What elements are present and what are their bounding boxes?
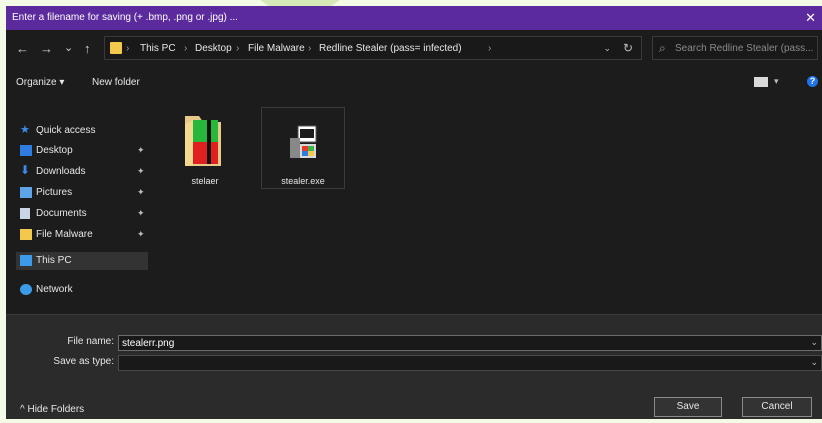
file-name-value: stealerr.png	[122, 338, 175, 349]
sidebar-item-label: Downloads	[36, 166, 86, 177]
breadcrumb-separator: ›	[184, 43, 188, 54]
file-item-folder[interactable]: stelaer	[163, 106, 247, 188]
pin-icon: ✦	[137, 145, 145, 155]
breadcrumb-redline-stealer[interactable]: Redline Stealer (pass= infected)	[319, 43, 462, 54]
file-name-label: File name:	[67, 336, 114, 347]
sidebar-item-label: This PC	[36, 255, 72, 266]
search-icon: ⌕	[659, 41, 666, 55]
folder-icon	[110, 42, 122, 54]
change-view-icon[interactable]	[754, 77, 768, 87]
save-button[interactable]: Save	[654, 397, 722, 417]
breadcrumb-desktop[interactable]: Desktop	[195, 43, 232, 54]
breadcrumb-separator: ›	[488, 43, 492, 54]
sidebar-item-label: File Malware	[36, 229, 93, 240]
hide-folders-button[interactable]: ^ Hide Folders	[20, 404, 84, 415]
sidebar-item-label: Network	[36, 284, 73, 295]
sidebar-item-file-malware[interactable]: File Malware ✦	[20, 226, 148, 244]
forward-button[interactable]: →	[40, 42, 53, 56]
close-button[interactable]: ✕	[805, 10, 816, 26]
address-bar[interactable]: › This PC › Desktop › File Malware › Red…	[104, 36, 642, 60]
file-name: stealer.exe	[281, 176, 325, 186]
documents-icon	[20, 208, 30, 219]
save-form: File name: stealerr.png ⌄ Save as type: …	[6, 314, 822, 419]
recent-locations-button[interactable]: ⌄	[64, 41, 73, 55]
address-dropdown-icon[interactable]: ⌄	[603, 43, 611, 54]
cancel-button[interactable]: Cancel	[742, 397, 812, 417]
chevron-down-icon[interactable]: ⌄	[810, 337, 818, 348]
executable-icon	[290, 125, 317, 158]
up-button[interactable]: ↑	[84, 42, 91, 56]
breadcrumb-file-malware[interactable]: File Malware	[248, 43, 305, 54]
command-bar: Organize ▾ New folder ▾ ?	[6, 68, 822, 96]
file-name-input[interactable]: stealerr.png ⌄	[118, 335, 822, 351]
navigation-bar: ← → ⌄ ↑ › This PC › Desktop › File Malwa…	[6, 30, 822, 69]
back-button[interactable]: ←	[16, 42, 29, 56]
save-as-type-label: Save as type:	[53, 356, 114, 367]
star-icon: ★	[20, 124, 30, 136]
file-name: stelaer	[191, 176, 219, 186]
sidebar-item-label: Desktop	[36, 145, 73, 156]
title-bar: Enter a filename for saving (+ .bmp, .pn…	[6, 6, 822, 30]
sidebar-item-documents[interactable]: Documents ✦	[20, 205, 148, 223]
chevron-down-icon[interactable]: ⌄	[810, 357, 818, 368]
search-box[interactable]: ⌕ Search Redline Stealer (pass...	[652, 36, 818, 60]
sidebar-item-quick-access[interactable]: ★ Quick access	[20, 122, 148, 140]
dialog-title: Enter a filename for saving (+ .bmp, .pn…	[12, 12, 238, 23]
refresh-button[interactable]: ↻	[623, 41, 633, 55]
file-item-executable[interactable]: stealer.exe	[261, 107, 345, 189]
breadcrumb-separator: ›	[308, 43, 312, 54]
pin-icon: ✦	[137, 208, 145, 218]
sidebar-item-label: Quick access	[36, 125, 96, 136]
save-dialog: Enter a filename for saving (+ .bmp, .pn…	[6, 6, 822, 419]
desktop-icon	[20, 145, 32, 156]
sidebar-item-label: Documents	[36, 208, 87, 219]
view-options-dropdown[interactable]: ▾	[774, 76, 779, 87]
sidebar-item-downloads[interactable]: ⬇ Downloads ✦	[20, 163, 148, 181]
breadcrumb-this-pc[interactable]: This PC	[140, 43, 176, 54]
sidebar-item-network[interactable]: Network	[20, 281, 148, 299]
pin-icon: ✦	[137, 166, 145, 176]
breadcrumb-separator: ›	[236, 43, 240, 54]
help-icon[interactable]: ?	[807, 76, 818, 87]
folder-icon	[20, 229, 32, 240]
sidebar-item-this-pc[interactable]: This PC	[16, 252, 148, 270]
download-icon: ⬇	[20, 163, 31, 177]
file-list: stelaer stealer.exe	[148, 100, 822, 314]
computer-icon	[20, 255, 32, 266]
save-as-type-select[interactable]: ⌄	[118, 355, 822, 371]
pin-icon: ✦	[137, 229, 145, 239]
pictures-icon	[20, 187, 32, 198]
pin-icon: ✦	[137, 187, 145, 197]
new-folder-button[interactable]: New folder	[92, 77, 140, 88]
sidebar-item-desktop[interactable]: Desktop ✦	[20, 142, 148, 160]
organize-button[interactable]: Organize ▾	[16, 77, 64, 88]
sidebar-item-pictures[interactable]: Pictures ✦	[20, 184, 148, 202]
navigation-pane: ★ Quick access Desktop ✦ ⬇ Downloads ✦ P…	[6, 100, 148, 314]
breadcrumb-separator: ›	[126, 43, 130, 54]
folder-icon	[185, 116, 221, 166]
sidebar-item-label: Pictures	[36, 187, 73, 198]
network-icon	[20, 284, 32, 295]
search-placeholder: Search Redline Stealer (pass...	[675, 43, 814, 54]
